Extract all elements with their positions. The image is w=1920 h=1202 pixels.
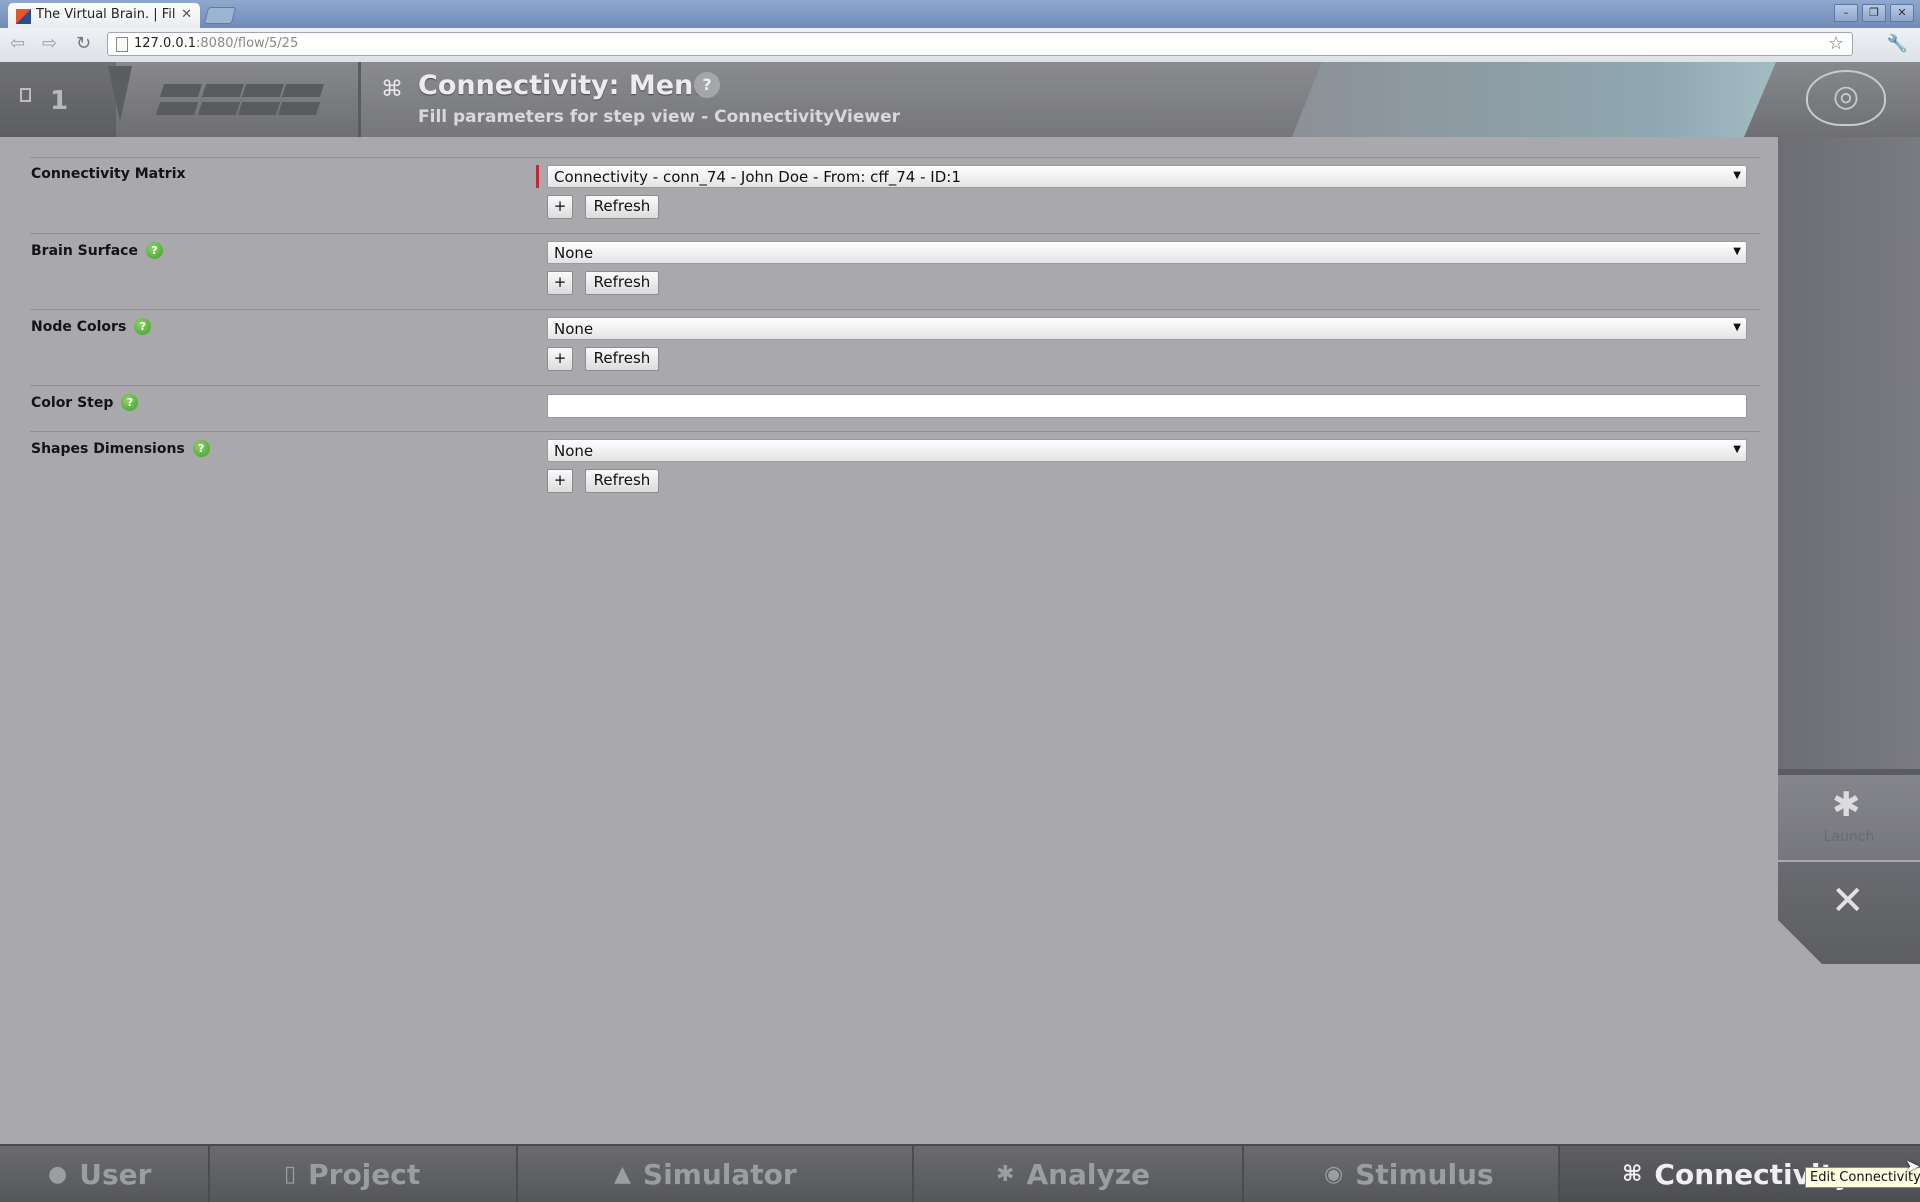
param-row-shapes-dimensions: Shapes Dimensions? None ▼ + Refresh (30, 431, 1760, 508)
launch-label: Launch (1823, 829, 1875, 845)
chevron-down-icon: ▼ (1733, 246, 1741, 257)
back-icon[interactable]: ⇦ (10, 35, 25, 53)
window-close-button[interactable]: ✕ (1890, 4, 1914, 22)
wrench-menu-icon[interactable]: 🔧 (1887, 34, 1908, 54)
required-indicator (536, 165, 539, 188)
param-row-brain-surface: Brain Surface? None ▼ + Refresh (30, 233, 1760, 310)
connectivity-matrix-select[interactable]: Connectivity - conn_74 - John Doe - From… (547, 165, 1747, 188)
add-button[interactable]: + (547, 469, 573, 493)
param-label: Node Colors? (31, 318, 152, 335)
pin-icon: ◉ (1324, 1161, 1344, 1187)
project-badge[interactable]: 1 (0, 62, 116, 137)
address-bar[interactable]: 127.0.0.1:8080/flow/5/25 ☆ (107, 32, 1853, 56)
param-row-color-step: Color Step? (30, 385, 1760, 432)
nav-stimulus[interactable]: ◉ Stimulus (1244, 1146, 1560, 1202)
user-icon: ● (48, 1161, 68, 1187)
right-toolbar (1778, 137, 1920, 769)
chevron-down-icon: ▼ (1733, 322, 1741, 333)
page-title: Connectivity: Menu (418, 70, 713, 101)
nav-simulator[interactable]: ▲ Simulator (518, 1146, 914, 1202)
param-label: Color Step? (31, 394, 139, 411)
help-icon[interactable]: ? (121, 394, 139, 411)
app-header: 1 ⌘ Connectivity: Menu ? Fill parameters… (0, 62, 1920, 137)
add-button[interactable]: + (547, 271, 573, 295)
help-button[interactable]: ? (694, 72, 720, 98)
page-subtitle: Fill parameters for step view - Connecti… (418, 107, 900, 127)
browser-tab[interactable]: The Virtual Brain. | Fill p ✕ (8, 3, 200, 28)
menu-panel: ⌘ Connectivity: Menu ? Fill parameters f… (358, 62, 1321, 137)
close-button[interactable]: ✕ (1778, 862, 1920, 964)
brain-surface-select[interactable]: None ▼ (547, 241, 1747, 264)
chevron-down-icon: ▼ (1733, 170, 1741, 181)
mouse-cursor-icon: ➤ (1905, 1156, 1920, 1177)
tvb-brain-logo-icon: ◎ (1806, 70, 1886, 126)
connectivity-icon: ⌘ (381, 77, 403, 102)
parameter-form: Connectivity Matrix Connectivity - conn_… (0, 137, 1776, 1144)
window-controls: – ❐ ✕ (1834, 4, 1914, 22)
color-step-input[interactable] (547, 394, 1747, 418)
bookmark-star-icon[interactable]: ☆ (1828, 33, 1844, 54)
gear-icon: ✱ (1832, 785, 1861, 825)
project-icon (20, 88, 31, 102)
page-icon (116, 37, 128, 52)
node-colors-select[interactable]: None ▼ (547, 317, 1747, 340)
shapes-dimensions-select[interactable]: None ▼ (547, 439, 1747, 462)
refresh-button[interactable]: Refresh (585, 195, 659, 219)
header-decoration (1292, 62, 1776, 137)
nav-user[interactable]: ● User (0, 1146, 210, 1202)
nav-label: Project (308, 1157, 421, 1191)
param-label: Brain Surface? (31, 242, 163, 259)
help-icon[interactable]: ? (145, 242, 163, 259)
forward-icon[interactable]: ⇨ (42, 35, 57, 53)
nav-label: Analyze (1026, 1157, 1151, 1191)
connectivity-icon: ⌘ (1622, 1161, 1643, 1187)
project-tiles-icon[interactable] (155, 84, 325, 116)
bottom-navigation: ● User ▯ Project ▲ Simulator ✱ Analyze ◉… (0, 1144, 1920, 1202)
nav-analyze[interactable]: ✱ Analyze (914, 1146, 1244, 1202)
gear-icon: ✱ (996, 1161, 1015, 1187)
new-tab-button[interactable] (203, 7, 237, 24)
url-text: 127.0.0.1:8080/flow/5/25 (134, 36, 299, 51)
project-number: 1 (50, 86, 69, 116)
nav-label: User (79, 1157, 152, 1191)
refresh-button[interactable]: Refresh (585, 271, 659, 295)
nav-label: Stimulus (1355, 1157, 1494, 1191)
project-icon: ▯ (284, 1161, 297, 1187)
param-row-connectivity-matrix: Connectivity Matrix Connectivity - conn_… (30, 157, 1760, 234)
browser-titlebar: The Virtual Brain. | Fill p ✕ – ❐ ✕ (0, 0, 1920, 28)
browser-navbar: ⇦ ⇨ ↻ 127.0.0.1:8080/flow/5/25 ☆ 🔧 (0, 28, 1920, 63)
tab-close-icon[interactable]: ✕ (181, 7, 192, 22)
project-dropdown-arrow-icon[interactable] (108, 66, 132, 122)
simulator-icon: ▲ (614, 1161, 631, 1187)
param-row-node-colors: Node Colors? None ▼ + Refresh (30, 309, 1760, 386)
tvb-favicon-icon (16, 9, 31, 24)
refresh-button[interactable]: Refresh (585, 347, 659, 371)
help-icon[interactable]: ? (192, 440, 210, 457)
add-button[interactable]: + (547, 195, 573, 219)
launch-button[interactable]: ✱ Launch (1778, 775, 1920, 860)
param-label: Connectivity Matrix (31, 166, 186, 182)
tab-title: The Virtual Brain. | Fill p (36, 7, 176, 22)
refresh-button[interactable]: Refresh (585, 469, 659, 493)
maximize-button[interactable]: ❐ (1862, 4, 1886, 22)
add-button[interactable]: + (547, 347, 573, 371)
reload-icon[interactable]: ↻ (76, 35, 91, 53)
minimize-button[interactable]: – (1834, 4, 1858, 22)
close-icon: ✕ (1831, 878, 1865, 924)
param-label: Shapes Dimensions? (31, 440, 210, 457)
nav-label: Simulator (642, 1157, 797, 1191)
chevron-down-icon: ▼ (1733, 444, 1741, 455)
help-icon[interactable]: ? (134, 318, 152, 335)
nav-project[interactable]: ▯ Project (210, 1146, 518, 1202)
tooltip: Edit Connectivity (1805, 1167, 1920, 1188)
